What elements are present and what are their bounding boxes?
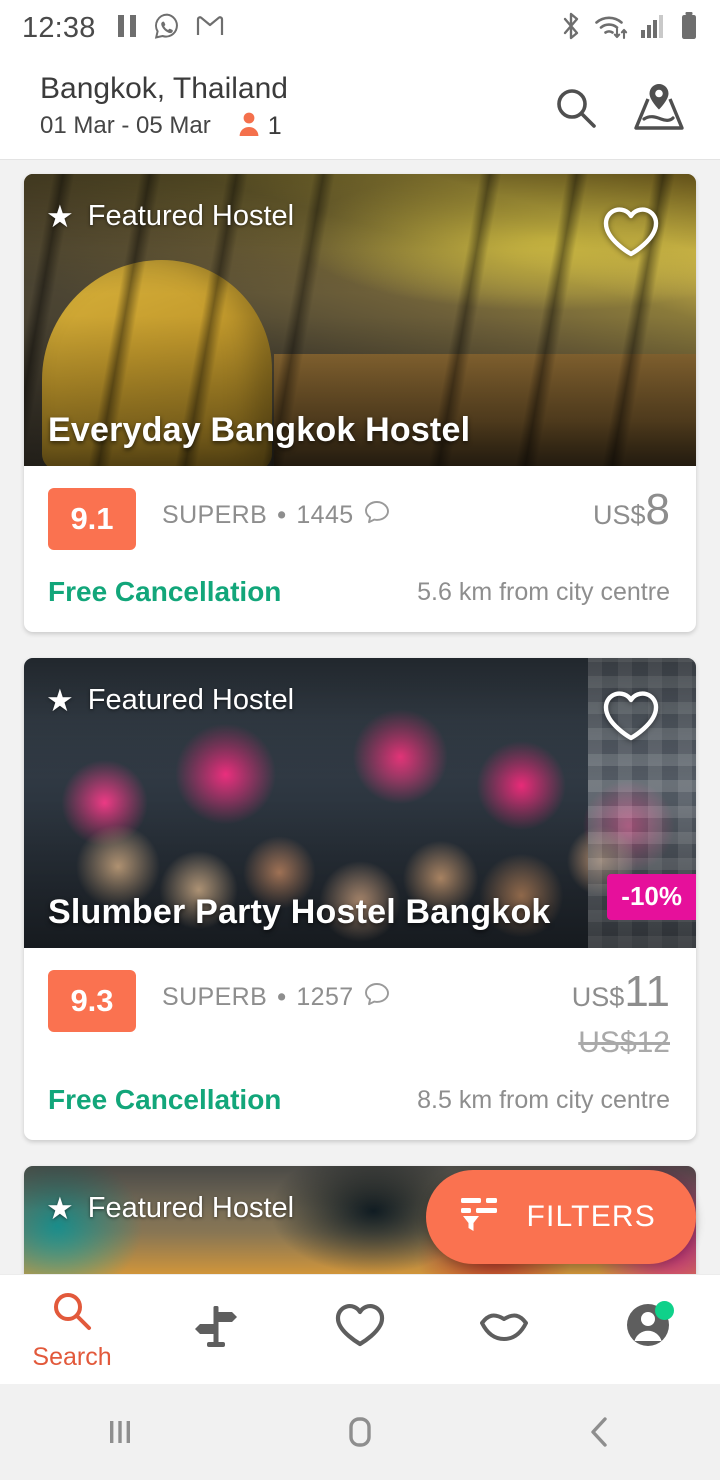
star-icon: ★	[46, 199, 74, 234]
back-icon[interactable]	[480, 1384, 720, 1480]
rating-score-badge: 9.1	[48, 488, 136, 550]
price-amount: 11	[624, 967, 670, 1016]
star-icon: ★	[46, 683, 74, 718]
price-currency: US$	[571, 982, 625, 1012]
heart-outline-icon[interactable]	[600, 202, 662, 260]
discount-badge: -10%	[607, 874, 696, 920]
nav-item-profile[interactable]	[576, 1275, 720, 1384]
distance-label: 8.5 km from city centre	[417, 1085, 670, 1114]
comment-icon	[364, 500, 390, 531]
rating-summary: SUPERB • 1445	[162, 500, 390, 531]
featured-badge: ★ Featured Hostel	[46, 684, 294, 717]
hostel-results-list[interactable]: ★ Featured Hostel Everyday Bangkok Hoste…	[0, 160, 720, 1274]
date-range-label: 01 Mar - 05 Mar	[40, 112, 211, 139]
price-block: US$11 US$12	[572, 970, 670, 1058]
featured-badge-label: Featured Hostel	[87, 200, 295, 232]
hostel-name: Everyday Bangkok Hostel	[48, 411, 471, 449]
profile-notification-dot	[655, 1301, 674, 1320]
filter-icon	[458, 1192, 500, 1242]
hostel-photo[interactable]: ★ Featured Hostel Everyday Bangkok Hoste…	[24, 174, 696, 466]
gmail-icon	[196, 14, 224, 43]
rating-word: SUPERB	[162, 983, 268, 1011]
featured-badge-label: Featured Hostel	[87, 684, 295, 716]
hostel-meta-row: Free Cancellation 5.6 km from city centr…	[48, 576, 670, 608]
hostel-rating-price-row: 9.1 SUPERB • 1445 US$8	[48, 488, 670, 550]
bottom-navigation: Search	[0, 1274, 720, 1384]
status-bar-clock: 12:38	[22, 11, 96, 44]
battery-icon	[680, 11, 698, 46]
rating-separator: •	[277, 501, 287, 529]
cellular-signal-icon	[640, 12, 668, 45]
filters-button[interactable]: FILTERS	[426, 1170, 696, 1264]
free-cancellation-label: Free Cancellation	[48, 1084, 282, 1115]
free-cancellation-label: Free Cancellation	[48, 576, 282, 607]
search-icon	[49, 1288, 95, 1337]
header-actions	[552, 82, 686, 134]
hostel-info: 9.1 SUPERB • 1445 US$8 Free Cancellation…	[24, 466, 696, 632]
status-bar: 12:38	[0, 0, 720, 56]
rating-score-badge: 9.3	[48, 970, 136, 1032]
wifi-icon	[594, 11, 628, 46]
price-original: US$12	[578, 1026, 670, 1059]
hostel-photo[interactable]: ★ Featured Hostel Slumber Party Hostel B…	[24, 658, 696, 948]
price-block: US$8	[593, 488, 670, 532]
lips-chat-icon	[478, 1307, 530, 1346]
price-amount: 8	[645, 485, 670, 534]
person-icon	[237, 111, 261, 142]
hostel-info: 9.3 SUPERB • 1257 US$11 US$12 Free Cance…	[24, 948, 696, 1140]
home-icon[interactable]	[240, 1384, 480, 1480]
price-current: US$8	[593, 488, 670, 532]
status-bar-system-icons	[560, 11, 698, 46]
guest-count-group: 1	[237, 111, 282, 142]
photo-top-scrim	[24, 658, 696, 778]
nav-item-destinations[interactable]	[144, 1275, 288, 1384]
review-count: 1445	[296, 501, 354, 529]
filters-button-label: FILTERS	[526, 1200, 656, 1233]
search-icon[interactable]	[552, 84, 600, 132]
comment-icon	[364, 982, 390, 1013]
search-summary-text[interactable]: Bangkok, Thailand 01 Mar - 05 Mar 1	[40, 71, 288, 142]
search-summary-header[interactable]: Bangkok, Thailand 01 Mar - 05 Mar 1	[0, 56, 720, 160]
pause-icon	[116, 13, 138, 44]
whatsapp-icon	[153, 12, 181, 45]
hostel-card[interactable]: ★ Featured Hostel Slumber Party Hostel B…	[24, 658, 696, 1140]
app-screen: 12:38 Bangkok, Thailand 01 Mar - 05 Mar …	[0, 0, 720, 1480]
map-pin-icon[interactable]	[632, 82, 686, 134]
rating-word: SUPERB	[162, 501, 268, 529]
hostel-name: Slumber Party Hostel Bangkok	[48, 893, 551, 931]
search-criteria-row: 01 Mar - 05 Mar 1	[40, 111, 288, 142]
recents-icon[interactable]	[0, 1384, 240, 1480]
hostel-rating-price-row: 9.3 SUPERB • 1257 US$11 US$12	[48, 970, 670, 1058]
rating-separator: •	[277, 983, 287, 1011]
heart-outline-icon[interactable]	[600, 686, 662, 744]
price-current: US$11	[572, 970, 670, 1014]
signpost-icon	[192, 1300, 240, 1353]
bluetooth-icon	[560, 11, 582, 46]
heart-outline-icon	[334, 1301, 386, 1352]
featured-badge: ★ Featured Hostel	[46, 200, 294, 233]
featured-badge: ★ Featured Hostel	[46, 1192, 294, 1225]
nav-item-label-search: Search	[32, 1342, 112, 1371]
guest-count-label: 1	[267, 111, 282, 140]
destination-label: Bangkok, Thailand	[40, 71, 288, 105]
nav-item-favourites[interactable]	[288, 1275, 432, 1384]
android-system-navigation-bar	[0, 1384, 720, 1480]
rating-summary: SUPERB • 1257	[162, 982, 390, 1013]
nav-item-search[interactable]: Search	[0, 1275, 144, 1384]
review-count: 1257	[296, 983, 354, 1011]
status-bar-notification-icons	[116, 12, 224, 45]
nav-item-chat[interactable]	[432, 1275, 576, 1384]
hostel-meta-row: Free Cancellation 8.5 km from city centr…	[48, 1084, 670, 1116]
star-icon: ★	[46, 1191, 74, 1226]
price-currency: US$	[592, 500, 646, 530]
photo-top-scrim	[24, 174, 696, 294]
distance-label: 5.6 km from city centre	[417, 577, 670, 606]
featured-badge-label: Featured Hostel	[87, 1192, 295, 1224]
hostel-card[interactable]: ★ Featured Hostel Everyday Bangkok Hoste…	[24, 174, 696, 632]
